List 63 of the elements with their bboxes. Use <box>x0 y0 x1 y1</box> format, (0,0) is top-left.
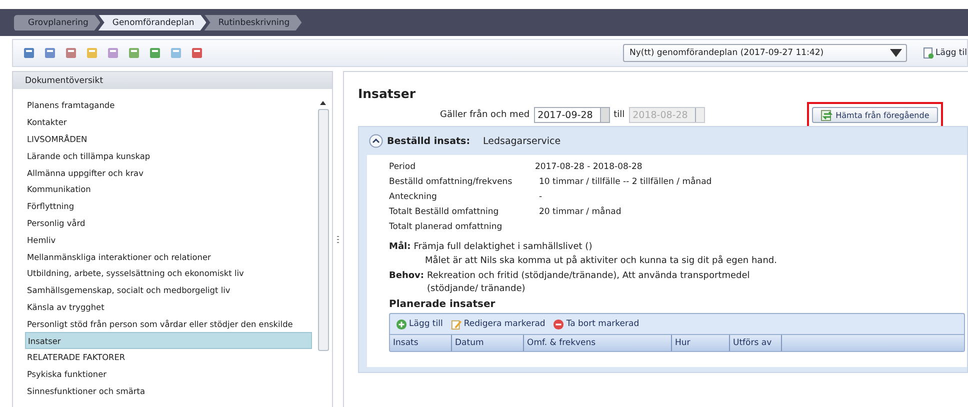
column-header[interactable]: Insats <box>390 335 452 351</box>
minus-icon <box>553 318 564 330</box>
field-label: Beställd omfattning/frekvens <box>389 176 514 186</box>
sidebar-item[interactable]: Psykiska funktioner <box>25 366 312 383</box>
field-label: Period <box>389 162 417 172</box>
collapse-icon[interactable] <box>369 134 383 148</box>
scroll-thumb[interactable] <box>318 109 329 351</box>
sidebar-item[interactable]: Insatser <box>25 332 312 349</box>
breadcrumb-step[interactable]: Rutinbeskrivning <box>204 14 302 30</box>
sidebar-item[interactable]: Förflyttning <box>25 198 312 215</box>
action-button[interactable]: Ta bort markerad <box>553 318 640 330</box>
section-title: Insatser <box>358 86 416 102</box>
sidebar-item[interactable]: Sinnesfunktioner och smärta <box>25 382 312 400</box>
pencil-icon <box>450 318 462 330</box>
sidebar-item[interactable]: LIVSOMRÅDEN <box>25 130 312 148</box>
field-value: 10 timmar / tillfälle -- 2 tillfällen / månad <box>539 176 712 186</box>
column-header[interactable]: Utförs av <box>730 335 782 351</box>
action-button[interactable]: Lägg till <box>396 318 443 330</box>
sidebar-item[interactable]: Planens framtagande <box>25 97 312 114</box>
sidebar-item[interactable]: Känsla av trygghet <box>25 298 312 316</box>
goal-description: Målet är att Nils ska komma ut på aktiviter och kunna ta sig dit på egen hand. <box>424 254 778 268</box>
field-value: 20 timmar / månad <box>539 206 622 216</box>
field-label: Totalt planerad omfattning <box>389 222 504 232</box>
sidebar-item[interactable]: Personlig vård <box>25 214 312 232</box>
field-label: Gäller från och med <box>440 110 530 120</box>
sidebar-item[interactable]: Mellanmänskliga interaktioner och relationer <box>25 248 312 265</box>
sidebar-item[interactable]: Lärande och tillämpa kunskap <box>25 147 312 164</box>
transfer-icon <box>820 110 833 120</box>
breadcrumb-step[interactable]: Genomförandeplan <box>98 14 206 30</box>
fetch-button[interactable]: Hämta från föregående <box>812 107 938 123</box>
subsection-title: Planerade insatser <box>389 299 496 312</box>
need-text: Rekreation och fritid (stödjande/tränande), Att använda transportmedel (stödjande/ tränande) <box>427 270 751 296</box>
add-button[interactable]: Lägg til <box>922 47 967 59</box>
action-button[interactable]: Redigera markerad <box>450 318 546 330</box>
column-header[interactable]: Datum <box>452 335 524 351</box>
column-header[interactable]: Omf. & frekvens <box>524 335 672 351</box>
field-label: Beställd insats: <box>387 136 471 146</box>
plan-dropdown[interactable]: Ny(tt) genomförandeplan (2017-09-27 11:42) <box>622 44 906 62</box>
field-label: Anteckning <box>389 192 438 202</box>
sidebar-item[interactable]: Hemliv <box>25 231 312 248</box>
scroll-up-icon[interactable] <box>320 101 326 105</box>
field-label: Behov: <box>389 270 424 283</box>
sidebar-item[interactable]: Utbildning, arbete, sysselsättning och ekonomiskt liv <box>25 264 312 282</box>
field-label: Totalt Beställd omfattning <box>389 206 500 216</box>
add-document-icon <box>922 47 934 59</box>
plus-icon <box>396 318 407 330</box>
sidebar-item[interactable]: Kontakter <box>25 114 312 131</box>
field-value: 2017-08-28 - 2018-08-28 <box>535 162 642 172</box>
caret-icon <box>890 47 902 59</box>
field-value: - <box>539 192 542 202</box>
panel-header: Dokumentöversikt <box>13 72 332 89</box>
sidebar-item[interactable]: Samhällsgemenskap, socialt och medborgeligt liv <box>25 282 312 299</box>
goal-text: Mål: Främja full delaktighet i samhällslivet () <box>389 240 594 254</box>
sidebar-item[interactable]: Personligt stöd från person som vårdar eller stödjer den enskilde <box>25 315 312 332</box>
field-value: Ledsagarservice <box>483 136 561 146</box>
sidebar-item[interactable]: RELATERADE FAKTORER <box>25 348 312 366</box>
breadcrumb-step[interactable]: Grovplanering <box>14 14 100 30</box>
date-field[interactable]: 2017-09-28 <box>534 107 610 123</box>
sidebar-item[interactable]: Kommunikation <box>25 180 312 198</box>
column-header[interactable]: Hur <box>672 335 730 351</box>
splitter-grip-icon[interactable] <box>337 236 340 244</box>
field-label: till <box>614 110 625 120</box>
sidebar-item[interactable]: Allmänna uppgifter och krav <box>25 164 312 181</box>
